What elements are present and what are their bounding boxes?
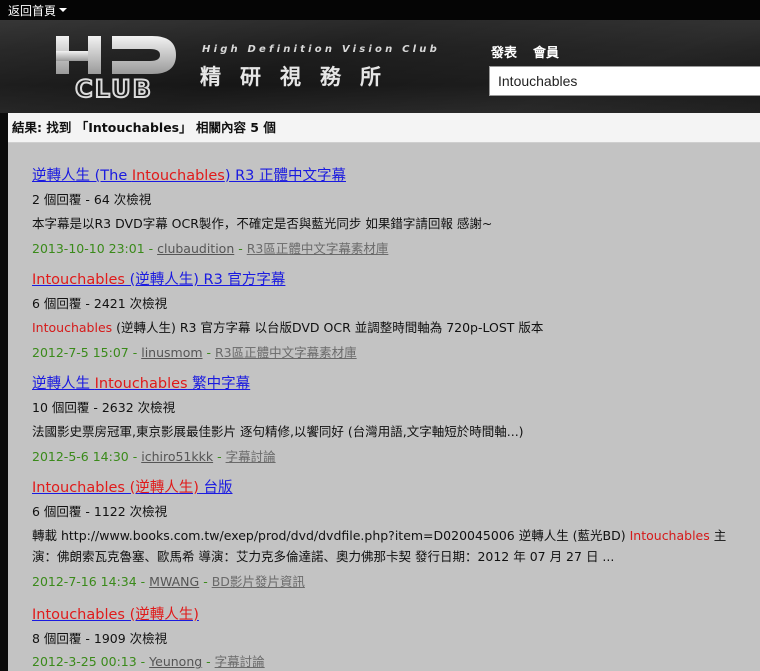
results-list: 逆轉人生 (The Intouchables) R3 正體中文字幕 2 個回覆 … <box>8 143 760 671</box>
result-snippet: 轉載 http://www.books.com.tw/exep/prod/dvd… <box>32 528 727 564</box>
result-title-link[interactable]: Intouchables (逆轉人生) R3 官方字幕 <box>32 268 748 289</box>
result-date: 2012-3-25 00:13 <box>32 654 137 669</box>
site-header: CLUB High Definition Vision Club 精研視務所 發… <box>0 20 760 113</box>
result-snippet: Intouchables (逆轉人生) R3 官方字幕 以台版DVD OCR 並… <box>32 320 544 335</box>
result-category-link[interactable]: R3區正體中文字幕素材庫 <box>247 241 389 256</box>
result-title-link[interactable]: 逆轉人生 (The Intouchables) R3 正體中文字幕 <box>32 164 748 185</box>
result-footer: 2012-7-5 15:07 - linusmom - R3區正體中文字幕素材庫 <box>32 345 357 360</box>
result-category-link[interactable]: 字幕討論 <box>226 449 276 464</box>
result-user-link[interactable]: linusmom <box>141 345 202 360</box>
result-stats: 6 個回覆 - 1122 次檢視 <box>32 504 168 519</box>
result-title-link[interactable]: Intouchables (逆轉人生) <box>32 603 265 624</box>
result-stats: 6 個回覆 - 2421 次檢視 <box>32 296 168 311</box>
result-user-link[interactable]: ichiro51kkk <box>141 449 213 464</box>
result-title-link[interactable]: Intouchables (逆轉人生) 台版 <box>32 476 748 497</box>
result-date: 2013-10-10 23:01 <box>32 241 145 256</box>
home-menu[interactable]: 返回首頁 <box>0 2 68 19</box>
result-item: 逆轉人生 (The Intouchables) R3 正體中文字幕 2 個回覆 … <box>32 164 748 257</box>
result-category-link[interactable]: BD影片發片資訊 <box>212 574 305 589</box>
result-item: 逆轉人生 Intouchables 繁中字幕 10 個回覆 - 2632 次檢視… <box>32 372 748 465</box>
result-title-link[interactable]: 逆轉人生 Intouchables 繁中字幕 <box>32 372 748 393</box>
result-item: Intouchables (逆轉人生) 台版 6 個回覆 - 1122 次檢視 … <box>32 476 748 590</box>
result-footer: 2012-7-16 14:34 - MWANG - BD影片發片資訊 <box>32 574 305 589</box>
result-stats: 2 個回覆 - 64 次檢視 <box>32 192 152 207</box>
results-summary: 結果: 找到 「Intouchables」 相關內容 5 個 <box>8 113 760 143</box>
header-nav: 發表 會員 <box>491 42 559 61</box>
top-bar: 返回首頁 <box>0 0 760 20</box>
result-footer: 2012-5-6 14:30 - ichiro51kkk - 字幕討論 <box>32 449 276 464</box>
result-item: Intouchables (逆轉人生) 8 個回覆 - 1909 次檢視 201… <box>32 603 265 670</box>
search-input[interactable]: Intouchables <box>489 66 760 96</box>
site-tagline: High Definition Vision Club <box>202 44 440 55</box>
result-category-link[interactable]: 字幕討論 <box>215 654 265 669</box>
nav-member[interactable]: 會員 <box>533 42 559 61</box>
result-user-link[interactable]: clubaudition <box>157 241 234 256</box>
result-stats: 8 個回覆 - 1909 次檢視 <box>32 631 168 646</box>
left-edge <box>0 113 8 671</box>
home-menu-label: 返回首頁 <box>8 3 57 18</box>
nav-post[interactable]: 發表 <box>491 42 517 61</box>
logo-text: CLUB <box>75 75 153 102</box>
result-footer: 2012-3-25 00:13 - Yeunong - 字幕討論 <box>32 654 265 669</box>
chevron-down-icon <box>59 8 68 12</box>
result-user-link[interactable]: Yeunong <box>149 654 202 669</box>
result-category-link[interactable]: R3區正體中文字幕素材庫 <box>215 345 357 360</box>
result-stats: 10 個回覆 - 2632 次檢視 <box>32 400 176 415</box>
result-snippet: 法國影史票房冠軍,東京影展最佳影片 逐句精修,以饗同好 (台灣用語,文字軸短於時… <box>32 424 524 439</box>
result-user-link[interactable]: MWANG <box>149 574 199 589</box>
hd-club-logo[interactable]: CLUB <box>52 34 182 102</box>
result-date: 2012-5-6 14:30 <box>32 449 129 464</box>
result-date: 2012-7-5 15:07 <box>32 345 129 360</box>
result-date: 2012-7-16 14:34 <box>32 574 137 589</box>
site-title: 精研視務所 <box>200 65 400 89</box>
result-snippet: 本字幕是以R3 DVD字幕 OCR製作，不確定是否與藍光同步 如果錯字請回報 感… <box>32 216 493 231</box>
result-footer: 2013-10-10 23:01 - clubaudition - R3區正體中… <box>32 241 389 256</box>
result-item: Intouchables (逆轉人生) R3 官方字幕 6 個回覆 - 2421… <box>32 268 748 361</box>
